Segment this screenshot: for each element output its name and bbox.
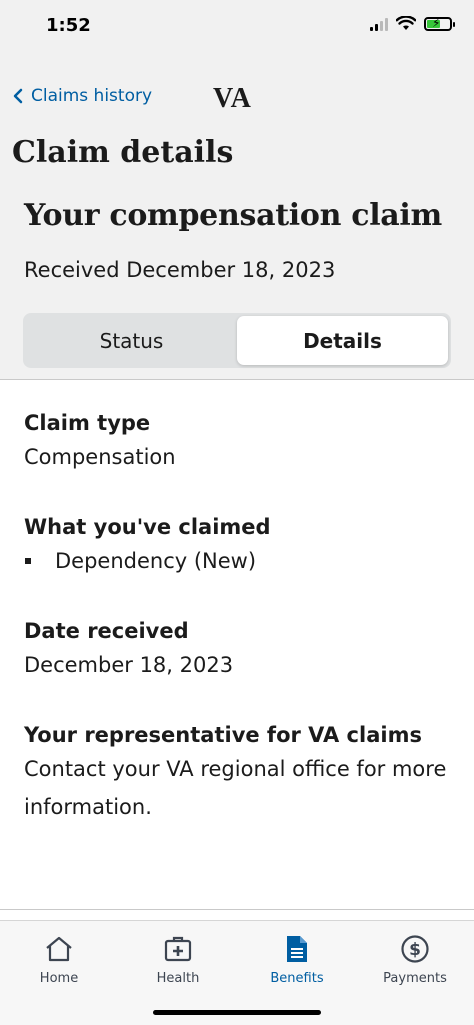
status-icons: ⚡ (370, 16, 455, 31)
wifi-icon (396, 16, 416, 30)
home-icon (46, 936, 72, 962)
claim-type-value: Compensation (24, 445, 176, 469)
claimed-label: What you've claimed (24, 515, 271, 539)
claim-type-section: Claim type Compensation (24, 408, 454, 476)
tab-payments-label: Payments (383, 971, 447, 986)
document-icon (287, 936, 307, 962)
medical-kit-icon (164, 936, 192, 962)
claimed-item-text: Dependency (New) (55, 549, 257, 573)
date-received-section: Date received December 18, 2023 (24, 616, 454, 684)
claim-type-label: Claim type (24, 411, 151, 435)
date-received-label: Date received (24, 619, 189, 643)
representative-section: Your representative for VA claims Contac… (24, 720, 454, 826)
tab-payments[interactable]: $ Payments (365, 933, 465, 986)
content-divider (0, 909, 474, 910)
status-time: 1:52 (46, 15, 91, 36)
tab-benefits-label: Benefits (270, 971, 324, 986)
svg-text:$: $ (409, 940, 421, 960)
back-button[interactable]: Claims history (13, 86, 152, 106)
representative-label: Your representative for VA claims (24, 723, 422, 747)
tab-health[interactable]: Health (128, 933, 228, 986)
tab-home-label: Home (39, 971, 79, 986)
screen-title: Claim details (12, 135, 234, 170)
header-area: 1:52 ⚡ Claims history VA Claim details Y… (0, 0, 474, 380)
va-logo: VA (213, 83, 252, 114)
segment-details[interactable]: Details (237, 316, 448, 365)
tab-home[interactable]: Home (9, 933, 109, 986)
representative-value: Contact your VA regional office for more… (24, 757, 447, 819)
bullet-icon (25, 558, 31, 564)
list-item: Dependency (New) (24, 542, 454, 580)
tab-benefits[interactable]: Benefits (247, 933, 347, 986)
received-date: Received December 18, 2023 (24, 258, 336, 282)
tab-health-label: Health (156, 971, 200, 986)
dollar-circle-icon: $ (401, 935, 429, 963)
claim-details-content: Claim type Compensation What you've clai… (24, 408, 454, 862)
claim-heading: Your compensation claim (24, 198, 442, 233)
cellular-signal-icon (370, 17, 388, 31)
claimed-section: What you've claimed Dependency (New) (24, 512, 454, 580)
home-indicator (153, 1010, 321, 1015)
back-label: Claims history (31, 86, 153, 106)
nav-bar: Claims history VA (0, 78, 474, 118)
status-bar: 1:52 ⚡ (0, 0, 474, 50)
battery-icon: ⚡ (424, 16, 455, 31)
chevron-left-icon (13, 88, 23, 104)
date-received-value: December 18, 2023 (24, 653, 234, 677)
segment-status[interactable]: Status (26, 316, 237, 365)
segmented-control: Status Details (23, 313, 451, 368)
